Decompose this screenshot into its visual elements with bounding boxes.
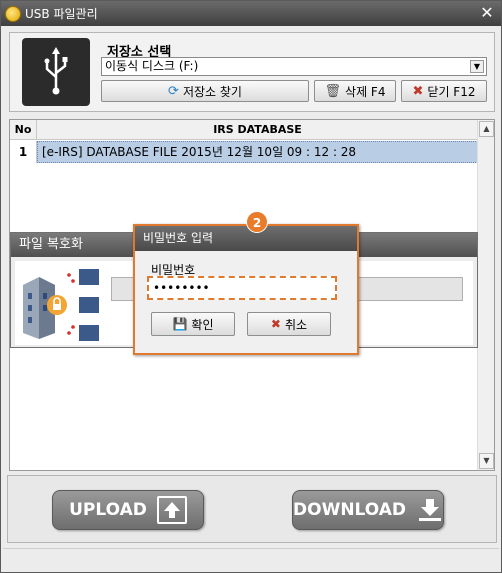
cancel-button[interactable]: ✖ 취소 [247, 312, 331, 336]
chevron-down-icon[interactable]: ▼ [470, 60, 484, 73]
column-header-name: IRS DATABASE [213, 123, 302, 136]
step-badge: 2 [246, 211, 268, 233]
close-button[interactable]: ✖ 닫기 F12 [401, 80, 487, 102]
upload-button[interactable]: UPLOAD [52, 490, 204, 530]
upload-label: UPLOAD [69, 500, 147, 520]
confirm-button[interactable]: 💾 확인 [151, 312, 235, 336]
database-lock-icon [23, 269, 99, 341]
row-number: 1 [10, 141, 37, 163]
password-dialog-title: 비밀번호 입력 [135, 226, 357, 251]
close-icon: ✖ [412, 83, 424, 99]
delete-label: 삭제 F4 [345, 84, 386, 99]
confirm-label: 확인 [191, 317, 214, 332]
download-label: DOWNLOAD [293, 500, 407, 520]
trash-icon: 🗑 [324, 83, 342, 99]
status-bar [3, 548, 499, 570]
scroll-up-icon[interactable]: ▲ [479, 121, 494, 137]
download-arrow-icon [416, 496, 443, 524]
find-storage-label: 저장소 찾기 [182, 84, 242, 99]
window-title: USB 파일관리 [25, 7, 98, 21]
table-header: No IRS DATABASE [10, 120, 478, 140]
storage-panel: 저장소 선택 이동식 디스크 (F:) ▼ ⟳ 저장소 찾기 🗑 삭제 F4 ✖… [9, 32, 495, 112]
column-header-no: No [10, 120, 37, 139]
delete-button[interactable]: 🗑 삭제 F4 [314, 80, 396, 102]
upload-arrow-icon [156, 496, 187, 524]
vertical-scrollbar[interactable]: ▲ ▼ [477, 120, 494, 470]
close-icon: ✖ [270, 317, 281, 331]
storage-dropdown[interactable]: 이동식 디스크 (F:) ▼ [101, 57, 487, 76]
action-panel: UPLOAD DOWNLOAD [7, 475, 497, 543]
save-icon: 💾 [172, 317, 188, 331]
close-window-icon[interactable]: ✕ [477, 4, 497, 22]
password-input[interactable]: •••••••• [147, 276, 337, 300]
password-dialog: 비밀번호 입력 비밀번호 •••••••• 💾 확인 ✖ 취소 [133, 224, 359, 355]
app-icon [5, 5, 21, 22]
find-storage-button[interactable]: ⟳ 저장소 찾기 [101, 80, 309, 102]
main-window: USB 파일관리 ✕ 저장소 선택 이동식 디스크 (F:) ▼ ⟳ 저장소 찾… [0, 0, 502, 573]
usb-icon [22, 38, 90, 106]
scroll-down-icon[interactable]: ▼ [479, 453, 494, 469]
title-bar: USB 파일관리 ✕ [1, 1, 501, 26]
table-row[interactable]: 1 [e-IRS] DATABASE FILE 2015년 12월 10일 09… [10, 141, 478, 163]
close-label: 닫기 F12 [427, 84, 476, 99]
storage-selected-value: 이동식 디스크 (F:) [105, 59, 199, 73]
row-file-name: [e-IRS] DATABASE FILE 2015년 12월 10일 09 :… [37, 141, 478, 163]
cancel-label: 취소 [284, 317, 308, 332]
refresh-icon: ⟳ [168, 83, 179, 99]
download-button[interactable]: DOWNLOAD [292, 490, 444, 530]
